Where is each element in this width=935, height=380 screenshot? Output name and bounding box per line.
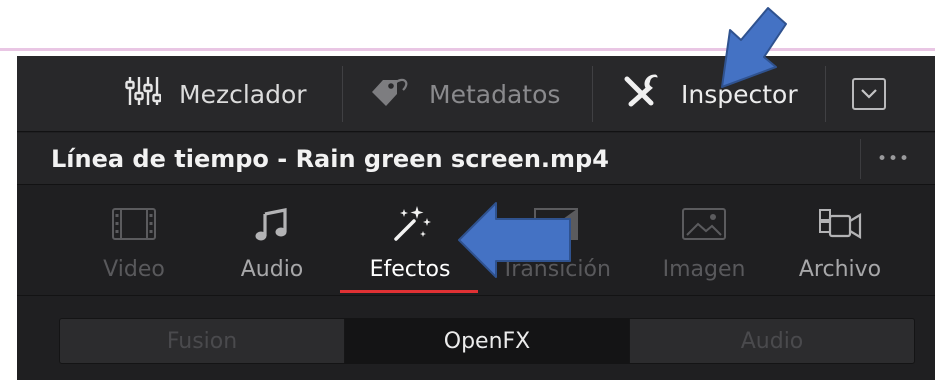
mixer-button[interactable]: Mezclador <box>125 56 307 132</box>
top-toolbar: Mezclador Metadatos Inspector <box>17 56 935 132</box>
tag-icon <box>369 74 411 114</box>
tab-label: Efectos <box>369 257 451 282</box>
film-icon <box>111 205 157 243</box>
window-edge-strip <box>0 48 935 51</box>
image-icon <box>681 205 727 243</box>
tab-label: Imagen <box>662 257 746 282</box>
mixer-label: Mezclador <box>179 79 307 109</box>
tab-file[interactable]: Archivo <box>795 185 885 296</box>
inspector-panel: Mezclador Metadatos Inspector Línea de t… <box>17 56 935 380</box>
inspector-button[interactable]: Inspector <box>621 56 798 132</box>
header-divider <box>860 139 861 179</box>
chevron-down-icon <box>860 85 878 104</box>
timeline-title: Línea de tiempo - Rain green screen.mp4 <box>51 145 609 173</box>
panel-dropdown-button[interactable] <box>852 78 886 110</box>
tab-label: Audio <box>240 257 304 282</box>
camera-icon <box>816 205 864 243</box>
music-note-icon <box>254 205 290 243</box>
mixer-sliders-icon <box>125 73 162 115</box>
tab-transition[interactable]: Transición <box>498 185 614 296</box>
tab-effects[interactable]: Efectos <box>360 185 460 296</box>
tab-audio[interactable]: Audio <box>237 185 307 296</box>
tab-image[interactable]: Imagen <box>659 185 749 296</box>
toolbar-divider <box>592 66 593 122</box>
transition-icon <box>533 205 579 243</box>
segment-audio[interactable]: Audio <box>629 319 914 363</box>
effects-segment-control: Fusion OpenFX Audio <box>59 318 915 364</box>
segment-fusion[interactable]: Fusion <box>60 319 344 363</box>
toolbar-divider <box>825 66 826 122</box>
metadata-button[interactable]: Metadatos <box>369 56 560 132</box>
tools-icon <box>621 73 663 115</box>
selected-tab-indicator <box>340 290 478 293</box>
inspector-label: Inspector <box>681 79 798 109</box>
tab-label: Transición <box>501 257 611 282</box>
tab-label: Video <box>103 257 165 282</box>
tab-label: Archivo <box>798 257 882 282</box>
metadata-label: Metadatos <box>429 79 561 109</box>
magic-wand-icon <box>387 205 433 243</box>
timeline-header: Línea de tiempo - Rain green screen.mp4 … <box>17 133 935 185</box>
toolbar-divider <box>342 66 343 122</box>
inspector-tabs: Video Audio Efectos Transición Imagen Ar… <box>17 185 935 296</box>
tab-video[interactable]: Video <box>99 185 169 296</box>
more-options-button[interactable]: ••• <box>877 133 910 185</box>
segment-openfx[interactable]: OpenFX <box>344 319 629 363</box>
